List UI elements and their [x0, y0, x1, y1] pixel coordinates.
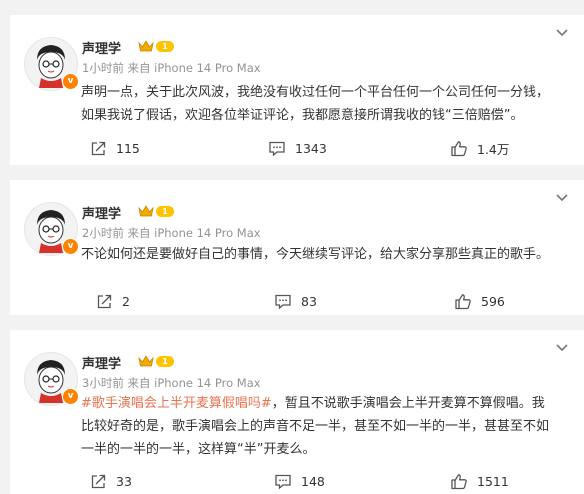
author-name[interactable]: 声理学 [82, 38, 121, 57]
crown-icon [138, 40, 154, 52]
like-count: 1511 [477, 473, 509, 489]
comment-button[interactable]: 1343 [268, 137, 327, 159]
post-meta: 1小时前 来自 iPhone 14 Pro Max [82, 60, 261, 76]
avatar[interactable]: v [24, 37, 79, 91]
post-text: #歌手演唱会上半开麦算假唱吗#，暂且不说歌手演唱会上半开麦算不算假唱。我 比较好… [81, 392, 579, 461]
repost-count: 2 [122, 293, 130, 309]
verified-badge-icon: v [62, 388, 79, 405]
like-count: 1.4万 [477, 141, 510, 157]
weibo-post-card: v 声理学 1 2小时前 来自 iPhone 14 Pro Max 不论如何还是… [10, 180, 584, 315]
post-text-segment: ，暂且不说歌手演唱会上半开麦算不算假唱。我 [271, 396, 545, 411]
post-source: 来自 iPhone 14 Pro Max [127, 61, 261, 75]
post-text-line: 如果我说了假话，欢迎各位举证评论，我都愿意接所谓我收的钱“三倍赔偿”。 [81, 108, 524, 123]
thumbs-up-icon [451, 140, 467, 156]
author-name[interactable]: 声理学 [82, 353, 121, 372]
repost-icon [97, 294, 112, 308]
post-text-line: 一半的一半的一半，这样算“半”开麦么。 [81, 442, 316, 457]
post-time[interactable]: 2小时前 [82, 226, 124, 240]
topic-link[interactable]: #歌手演唱会上半开麦算假唱吗# [81, 396, 272, 411]
chevron-down-icon[interactable] [556, 344, 568, 352]
post-text: 声明一点，关于此次风波，我绝没有收过任何一个平台任何一个公司任何一分钱， 如果我… [81, 81, 579, 127]
post-source: 来自 iPhone 14 Pro Max [127, 226, 261, 240]
author-name[interactable]: 声理学 [82, 203, 121, 222]
repost-count: 33 [116, 473, 132, 489]
repost-count: 115 [116, 140, 140, 156]
post-actions: 2 83 596 [10, 290, 584, 312]
level-badge: 1 [156, 41, 174, 52]
post-actions: 33 148 1511 [10, 470, 584, 492]
post-actions: 115 1343 1.4万 [10, 137, 584, 159]
post-text-line: 声明一点，关于此次风波，我绝没有收过任何一个平台任何一个公司任何一分钱， [81, 85, 550, 100]
post-text: 不论如何还是要做好自己的事情，今天继续写评论，给大家分享那些真正的歌手。 [81, 243, 579, 266]
post-time[interactable]: 1小时前 [82, 61, 124, 75]
weibo-post-card: v 声理学 1 1小时前 来自 iPhone 14 Pro Max 声明一点，关… [10, 15, 584, 165]
repost-icon [91, 474, 106, 488]
like-button[interactable]: 1511 [450, 470, 509, 492]
avatar[interactable]: v [24, 352, 79, 406]
repost-button[interactable]: 2 [96, 290, 130, 312]
comment-icon [269, 141, 285, 156]
post-time[interactable]: 3小时前 [82, 376, 124, 390]
post-text-line: 比较好奇的是，歌手演唱会上的声音不足一半，甚至不如一半的一半，甚甚至不如 [81, 419, 550, 434]
weibo-post-card: v 声理学 1 3小时前 来自 iPhone 14 Pro Max #歌手演唱会… [10, 330, 584, 494]
like-button[interactable]: 1.4万 [450, 137, 509, 159]
post-meta: 2小时前 来自 iPhone 14 Pro Max [82, 225, 261, 241]
post-text-line: #歌手演唱会上半开麦算假唱吗#，暂且不说歌手演唱会上半开麦算不算假唱。我 [81, 392, 579, 415]
post-source: 来自 iPhone 14 Pro Max [127, 376, 261, 390]
verified-badge-icon: v [62, 73, 79, 90]
comment-count: 83 [301, 293, 317, 309]
post-text-line: 不论如何还是要做好自己的事情，今天继续写评论，给大家分享那些真正的歌手。 [81, 247, 550, 262]
comment-button[interactable]: 83 [274, 290, 317, 312]
thumbs-up-icon [451, 473, 467, 489]
comment-icon [275, 294, 291, 309]
crown-icon [138, 355, 154, 367]
comment-count: 1343 [295, 140, 327, 156]
level-badge: 1 [156, 206, 174, 217]
repost-button[interactable]: 115 [90, 137, 140, 159]
post-meta: 3小时前 来自 iPhone 14 Pro Max [82, 375, 261, 391]
repost-icon [91, 141, 106, 155]
comment-count: 148 [301, 473, 325, 489]
like-count: 596 [481, 293, 505, 309]
crown-icon [138, 205, 154, 217]
chevron-down-icon[interactable] [556, 29, 568, 37]
comment-button[interactable]: 148 [274, 470, 325, 492]
avatar[interactable]: v [24, 202, 79, 256]
repost-button[interactable]: 33 [90, 470, 132, 492]
verified-badge-icon: v [62, 238, 79, 255]
level-badge: 1 [156, 356, 174, 367]
thumbs-up-icon [455, 293, 471, 309]
comment-icon [275, 474, 291, 489]
like-button[interactable]: 596 [454, 290, 505, 312]
chevron-down-icon[interactable] [556, 194, 568, 202]
